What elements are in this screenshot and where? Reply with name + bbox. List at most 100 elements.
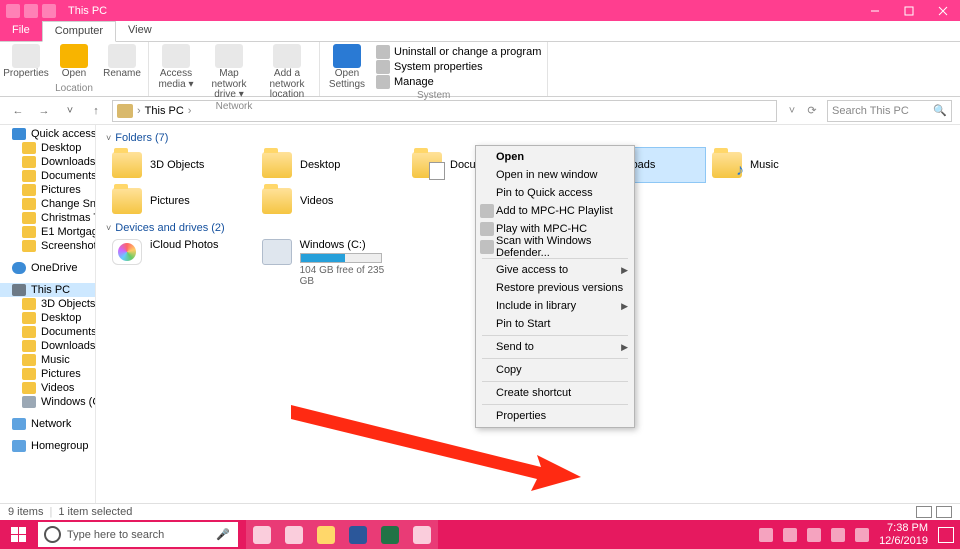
qat-icon[interactable]	[24, 4, 38, 18]
window-title: This PC	[68, 5, 107, 17]
qat-icon[interactable]	[6, 4, 20, 18]
ctx-give-access[interactable]: Give access to▶	[478, 261, 632, 279]
sidebar-item[interactable]: Pictures	[0, 367, 95, 381]
tray-icon[interactable]	[855, 528, 869, 542]
forward-button[interactable]: →	[34, 101, 54, 121]
sidebar-item[interactable]: Desktop	[0, 311, 95, 325]
tray-icon[interactable]	[831, 528, 845, 542]
breadcrumb-item[interactable]: This PC	[145, 105, 184, 117]
status-bar: 9 items | 1 item selected	[0, 503, 960, 520]
ctx-pin-quick-access[interactable]: Pin to Quick access	[478, 184, 632, 202]
access-media-button[interactable]: Access media ▾	[155, 44, 197, 101]
qat-icon[interactable]	[42, 4, 56, 18]
taskbar-app[interactable]	[406, 520, 438, 549]
sidebar-item-this-pc[interactable]: This PC	[0, 283, 95, 297]
taskbar-app[interactable]	[310, 520, 342, 549]
ctx-copy[interactable]: Copy	[478, 361, 632, 379]
taskbar-app[interactable]	[342, 520, 374, 549]
sidebar-item-quick-access[interactable]: Quick access	[0, 127, 95, 141]
sidebar-item[interactable]: Desktop	[0, 141, 95, 155]
icloud-icon	[112, 239, 142, 265]
sidebar-item[interactable]: Christmas Trees	[0, 211, 95, 225]
start-button[interactable]	[0, 520, 36, 549]
tray-clock[interactable]: 7:38 PM12/6/2019	[879, 522, 928, 546]
folder-pictures[interactable]: Pictures	[106, 183, 256, 219]
addr-dropdown-icon[interactable]: ˅	[783, 102, 801, 120]
search-input[interactable]: Search This PC 🔍	[827, 100, 952, 122]
tab-computer[interactable]: Computer	[42, 21, 116, 42]
view-details-icon[interactable]	[916, 506, 932, 518]
refresh-icon[interactable]: ⟳	[803, 102, 821, 120]
sidebar-item-network[interactable]: Network	[0, 417, 95, 431]
folder-music[interactable]: Music	[706, 147, 856, 183]
manage-button[interactable]: Manage	[376, 75, 541, 89]
sidebar-item[interactable]: Screenshots	[0, 239, 95, 253]
tray-icon[interactable]	[807, 528, 821, 542]
folder-3d-objects[interactable]: 3D Objects	[106, 147, 256, 183]
taskbar-app[interactable]	[374, 520, 406, 549]
ctx-properties[interactable]: Properties	[478, 407, 632, 425]
uninstall-button[interactable]: Uninstall or change a program	[376, 45, 541, 59]
sidebar-item[interactable]: 3D Objects	[0, 297, 95, 311]
system-tray: 7:38 PM12/6/2019	[753, 522, 960, 546]
sidebar-item[interactable]: Documents	[0, 325, 95, 339]
drive-icloud-photos[interactable]: iCloud Photos	[106, 237, 256, 289]
sidebar-item[interactable]: Downloads	[0, 339, 95, 353]
status-selected: 1 item selected	[58, 506, 132, 518]
close-button[interactable]	[926, 0, 960, 21]
sidebar-item-homegroup[interactable]: Homegroup	[0, 439, 95, 453]
back-button[interactable]: ←	[8, 101, 28, 121]
taskbar-app[interactable]	[246, 520, 278, 549]
sidebar-item[interactable]: Pictures	[0, 183, 95, 197]
sidebar-item[interactable]: Downloads	[0, 155, 95, 169]
address-bar: ← → ˅ ↑ › This PC › ˅ ⟳ Search This PC 🔍	[0, 97, 960, 125]
quick-access-toolbar	[0, 4, 62, 18]
up-button[interactable]: ↑	[86, 101, 106, 121]
map-drive-button[interactable]: Map network drive ▾	[205, 44, 253, 101]
rename-button[interactable]: Rename	[102, 44, 142, 83]
minimize-button[interactable]	[858, 0, 892, 21]
titlebar: This PC	[0, 0, 960, 21]
ribbon-group-location: Properties Open Rename Location	[0, 42, 149, 96]
view-icons-icon[interactable]	[936, 506, 952, 518]
sidebar-item[interactable]: Change Snap Pass	[0, 197, 95, 211]
ribbon: Properties Open Rename Location Access m…	[0, 42, 960, 97]
open-button[interactable]: Open	[54, 44, 94, 83]
sidebar-item[interactable]: Windows (C:)	[0, 395, 95, 409]
properties-button[interactable]: Properties	[6, 44, 46, 83]
tray-icon[interactable]	[783, 528, 797, 542]
tray-icon[interactable]	[759, 528, 773, 542]
drive-windows-c[interactable]: Windows (C:) 104 GB free of 235 GB	[256, 237, 406, 289]
sidebar-item[interactable]: Documents	[0, 169, 95, 183]
ctx-create-shortcut[interactable]: Create shortcut	[478, 384, 632, 402]
tab-file[interactable]: File	[0, 21, 42, 41]
pc-icon	[117, 104, 133, 118]
ctx-send-to[interactable]: Send to▶	[478, 338, 632, 356]
ctx-open-new-window[interactable]: Open in new window	[478, 166, 632, 184]
mpc-icon	[480, 222, 494, 236]
tab-view[interactable]: View	[116, 21, 164, 41]
ctx-restore-previous[interactable]: Restore previous versions	[478, 279, 632, 297]
ctx-include-library[interactable]: Include in library▶	[478, 297, 632, 315]
system-properties-button[interactable]: System properties	[376, 60, 541, 74]
add-network-location-button[interactable]: Add a network location	[261, 44, 313, 101]
sidebar-item[interactable]: E1 Mortgages	[0, 225, 95, 239]
notifications-icon[interactable]	[938, 527, 954, 543]
context-menu: Open Open in new window Pin to Quick acc…	[475, 145, 635, 428]
ctx-add-mpc-playlist[interactable]: Add to MPC-HC Playlist	[478, 202, 632, 220]
folder-desktop[interactable]: Desktop	[256, 147, 406, 183]
open-settings-button[interactable]: Open Settings	[326, 44, 368, 90]
ctx-scan-defender[interactable]: Scan with Windows Defender...	[478, 238, 632, 256]
folder-videos[interactable]: Videos	[256, 183, 406, 219]
ctx-open[interactable]: Open	[478, 148, 632, 166]
taskbar-search-input[interactable]: Type here to search 🎤	[38, 522, 238, 547]
breadcrumb[interactable]: › This PC ›	[112, 100, 777, 122]
maximize-button[interactable]	[892, 0, 926, 21]
shield-icon	[480, 240, 494, 254]
recent-button[interactable]: ˅	[60, 101, 80, 121]
ctx-pin-start[interactable]: Pin to Start	[478, 315, 632, 333]
sidebar-item[interactable]: Music	[0, 353, 95, 367]
taskbar-app[interactable]	[278, 520, 310, 549]
sidebar-item[interactable]: Videos	[0, 381, 95, 395]
sidebar-item-onedrive[interactable]: OneDrive	[0, 261, 95, 275]
